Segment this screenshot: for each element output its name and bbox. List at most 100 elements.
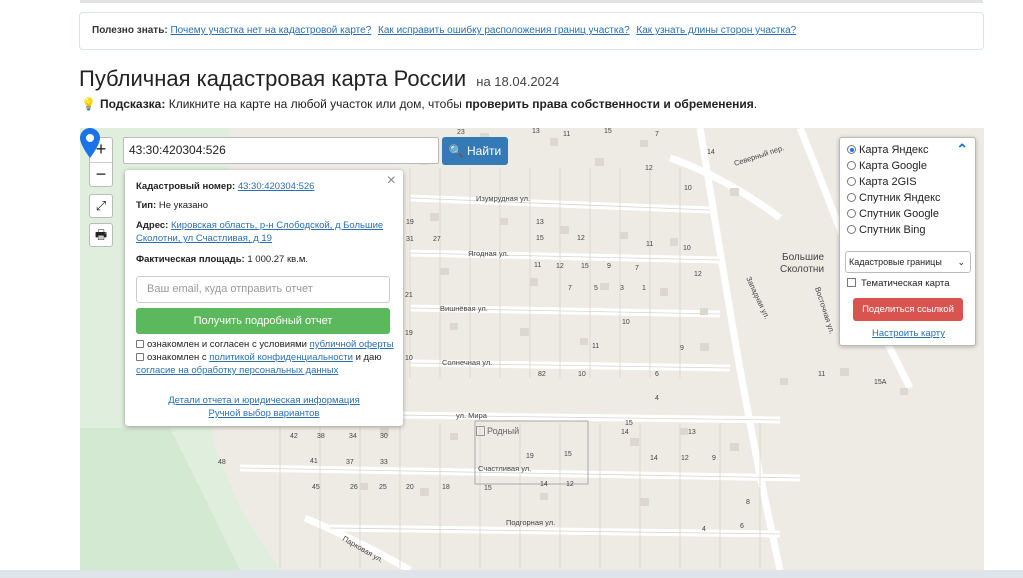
- layer-option-label: Спутник Bing: [859, 224, 926, 236]
- house-number: 15A: [874, 379, 887, 386]
- fullscreen-button[interactable]: ⤢: [89, 194, 113, 218]
- chevron-up-icon[interactable]: ⌃: [956, 141, 968, 158]
- layer-option-label: Спутник Google: [859, 208, 939, 220]
- house-number: 14: [707, 149, 715, 156]
- house-number: 11: [818, 371, 825, 378]
- type-label: Тип:: [136, 200, 157, 211]
- broken-image-alt: Родный: [487, 426, 520, 436]
- search-button[interactable]: 🔍 Найти: [442, 137, 508, 165]
- house-number: 41: [310, 458, 318, 465]
- consent-privacy-row: ознакомлен с политикой конфиденциальност…: [136, 351, 394, 377]
- house-number: 21: [405, 292, 413, 299]
- street-label: Северный пер.: [733, 143, 785, 168]
- house-number: 10: [405, 355, 413, 362]
- type-value: Не указано: [158, 200, 209, 211]
- plot-info-popup: × Кадастровый номер: 43:30:420304:526 Ти…: [125, 170, 403, 426]
- configure-map-link[interactable]: Настроить карту: [840, 328, 977, 339]
- manual-selection-link-row: Ручной выбор вариантов: [125, 407, 403, 420]
- address-link-line2[interactable]: Сколотни, ул Счастливая, д 19: [136, 233, 272, 244]
- house-number: 19: [405, 330, 413, 337]
- consent-privacy-checkbox[interactable]: [136, 353, 144, 361]
- street-label: Вишнёвая ул.: [440, 304, 488, 313]
- consent-offer-checkbox[interactable]: [136, 340, 144, 348]
- radio-icon: [847, 209, 856, 218]
- house-number: 14: [621, 429, 629, 436]
- town-label-line2: Сколотни: [780, 264, 824, 275]
- report-details-link[interactable]: Детали отчета и юридическая информация: [168, 395, 360, 406]
- house-number: 9: [680, 345, 684, 352]
- cadastral-map[interactable]: Изумрудная ул. Ягодная ул. Вишнёвая ул. …: [80, 128, 984, 570]
- house-number: 11: [534, 262, 541, 269]
- house-number: 23: [457, 129, 465, 136]
- type-row: Тип: Не указано: [136, 199, 394, 212]
- manual-selection-link[interactable]: Ручной выбор вариантов: [209, 408, 320, 419]
- radio-icon: [847, 161, 856, 170]
- layer-option-2gis-map[interactable]: Карта 2GIS: [847, 175, 917, 189]
- consent-privacy-text: ознакомлен с: [147, 352, 207, 363]
- info-link-fix-borders[interactable]: Как исправить ошибку расположения границ…: [378, 25, 630, 36]
- report-details-link-row: Детали отчета и юридическая информация: [125, 394, 403, 407]
- info-link-side-lengths[interactable]: Как узнать длины сторон участка?: [636, 25, 796, 36]
- cadastral-number-row: Кадастровый номер: 43:30:420304:526: [136, 180, 394, 193]
- hint-text: Кликните на карте на любой участок или д…: [168, 97, 462, 111]
- page-title-date: на 18.04.2024: [476, 74, 560, 89]
- useful-info-bar: Полезно знать: Почему участка нет на кад…: [79, 12, 984, 50]
- email-field[interactable]: Ваш email, куда отправить отчет: [136, 276, 390, 303]
- public-offer-link[interactable]: публичной оферты: [310, 339, 394, 350]
- house-number: 9: [607, 263, 611, 270]
- consent-offer-text: ознакомлен и согласен с условиями: [147, 339, 307, 350]
- overlay-select-value: Кадастровые границы: [849, 257, 942, 267]
- house-number: 12: [681, 455, 689, 462]
- top-divider: [80, 0, 983, 3]
- address-label: Адрес:: [136, 220, 169, 231]
- house-number: 11: [592, 343, 599, 350]
- layer-option-label: Карта 2GIS: [859, 176, 917, 188]
- area-row: Фактическая площадь: 1 000.27 кв.м.: [136, 253, 394, 266]
- cadastral-search-input[interactable]: 43:30:420304:526: [123, 137, 439, 164]
- layer-option-google-map[interactable]: Карта Google: [847, 159, 927, 173]
- house-number: 1: [642, 285, 646, 292]
- house-number: 15: [604, 128, 612, 135]
- layer-option-bing-satellite[interactable]: Спутник Bing: [847, 223, 926, 237]
- zoom-out-button[interactable]: −: [90, 162, 112, 186]
- address-link-line1[interactable]: Кировская область, р-н Слободской, д Бол…: [171, 220, 383, 231]
- house-number: 15: [536, 235, 544, 242]
- hint-label: Подсказка:: [99, 97, 166, 111]
- cadastral-number-link[interactable]: 43:30:420304:526: [238, 181, 315, 192]
- get-report-button[interactable]: Получить подробный отчет: [136, 308, 390, 334]
- personal-data-consent-link[interactable]: согласие на обработку персональных данны…: [136, 365, 338, 376]
- address-row: Адрес: Кировская область, р-н Слободской…: [136, 219, 394, 245]
- info-link-missing-plot[interactable]: Почему участка нет на кадастровой карте?: [170, 25, 371, 36]
- layer-option-yandex-map[interactable]: Карта Яндекс: [847, 143, 928, 157]
- thematic-map-checkbox[interactable]: [847, 278, 856, 287]
- overlay-select[interactable]: Кадастровые границы ⌄: [845, 251, 971, 273]
- privacy-policy-link[interactable]: политикой конфиденциальности: [209, 352, 353, 363]
- house-number: 48: [218, 459, 226, 466]
- taskbar: [0, 570, 1023, 578]
- house-number: 10: [578, 371, 586, 378]
- house-number: 45: [312, 484, 320, 491]
- radio-icon: [847, 193, 856, 202]
- house-number: 26: [350, 484, 358, 491]
- info-bar-label: Полезно знать:: [92, 25, 168, 36]
- share-link-button[interactable]: Поделиться ссылкой: [853, 298, 963, 321]
- thematic-map-toggle[interactable]: Тематическая карта: [847, 277, 949, 291]
- street-label: Западная ул.: [744, 275, 772, 320]
- layer-option-google-satellite[interactable]: Спутник Google: [847, 207, 939, 221]
- house-number: 12: [645, 165, 653, 172]
- layer-option-yandex-satellite[interactable]: Спутник Яндекс: [847, 191, 941, 205]
- house-number: 14: [540, 481, 548, 488]
- house-number: 18: [442, 484, 450, 491]
- thematic-map-label: Тематическая карта: [861, 278, 950, 289]
- location-marker-icon[interactable]: [80, 128, 100, 158]
- print-button[interactable]: 🖶: [89, 223, 113, 247]
- house-number: 7: [655, 131, 659, 138]
- page-title-text: Публичная кадастровая карта России: [79, 66, 467, 91]
- house-number: 7: [635, 265, 639, 272]
- house-number: 11: [563, 131, 570, 138]
- house-number: 12: [556, 263, 564, 270]
- hint-bold: проверить права собственности и обремене…: [465, 97, 754, 111]
- house-number: 10: [622, 319, 630, 326]
- house-number: 9: [712, 455, 716, 462]
- house-number: 19: [526, 453, 534, 460]
